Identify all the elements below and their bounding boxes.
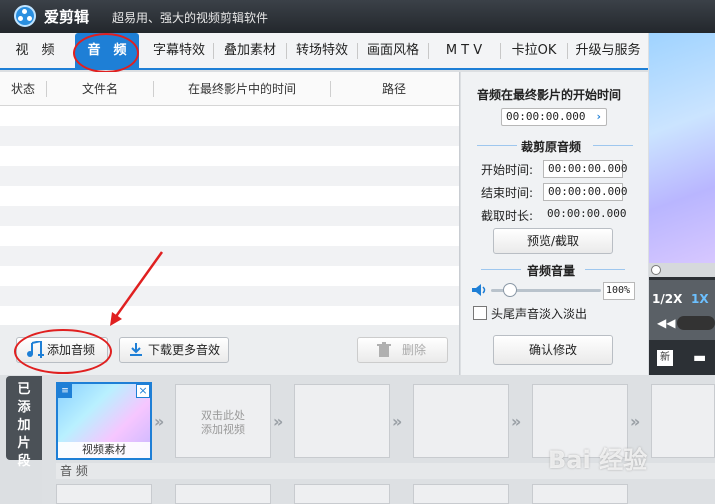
audio-slot[interactable] xyxy=(532,484,628,504)
table-row[interactable] xyxy=(0,166,459,186)
table-row[interactable] xyxy=(0,286,459,306)
audio-list-table: 状态 文件名 在最终影片中的时间 路径 xyxy=(0,72,460,325)
download-more-effects-button[interactable]: 下载更多音效 xyxy=(119,337,229,363)
duration-value: 00:00:00.000 xyxy=(547,207,627,220)
empty-clip-slot[interactable] xyxy=(413,384,509,458)
tab-transition-effects[interactable]: 转场特效 xyxy=(288,33,356,68)
highlight-ring xyxy=(14,329,112,374)
tab-mtv[interactable]: M T V xyxy=(430,33,498,68)
added-clips-tab[interactable]: 已添加片段 xyxy=(6,376,42,469)
start-in-final-value: 00:00:00.000 xyxy=(506,110,586,123)
chevron-right-icon: » xyxy=(511,412,522,431)
preview-toolbar: 新 ▬ xyxy=(649,344,715,374)
table-row[interactable] xyxy=(0,126,459,146)
column-path[interactable]: 路径 xyxy=(331,72,457,106)
table-row[interactable] xyxy=(0,246,459,266)
table-header: 状态 文件名 在最终影片中的时间 路径 xyxy=(0,72,459,106)
fade-label: 头尾声音淡入淡出 xyxy=(491,307,588,321)
clip-label: 视频素材 xyxy=(58,442,150,458)
chevron-right-icon[interactable]: › xyxy=(595,109,602,125)
watermark: Bai 经验 xyxy=(548,446,648,474)
empty-clip-slot[interactable] xyxy=(294,384,390,458)
playback-controls: 1/2X 1X ◀◀ xyxy=(649,280,715,340)
tab-video[interactable]: 视 频 xyxy=(4,33,66,68)
audio-slot[interactable] xyxy=(56,484,152,504)
audio-slot[interactable] xyxy=(175,484,271,504)
table-row[interactable] xyxy=(0,206,459,226)
folder-icon[interactable]: ▬ xyxy=(693,350,706,366)
empty-clip-slot[interactable]: 双击此处 添加视频 xyxy=(175,384,271,458)
column-filename[interactable]: 文件名 xyxy=(47,72,153,106)
delete-button[interactable]: 删除 xyxy=(357,337,448,363)
start-time-label: 开始时间: xyxy=(481,163,534,177)
table-row[interactable] xyxy=(0,186,459,206)
fade-checkbox[interactable] xyxy=(473,306,487,320)
highlight-ring xyxy=(73,33,139,73)
app-slogan: 超易用、强大的视频剪辑软件 xyxy=(112,11,269,25)
table-row[interactable] xyxy=(0,106,459,126)
download-icon xyxy=(130,343,142,356)
empty-clip-slot[interactable] xyxy=(651,384,715,458)
tab-upgrade-service[interactable]: 升级与服务 xyxy=(569,33,647,68)
app-name: 爱剪辑 xyxy=(44,8,90,26)
speed-normal-button[interactable]: 1X xyxy=(691,292,709,306)
chevron-right-icon: » xyxy=(630,412,641,431)
volume-section-title: 音频音量 xyxy=(527,264,576,278)
trash-icon xyxy=(377,342,391,357)
preview-cut-button[interactable]: 预览/截取 xyxy=(493,228,613,254)
add-video-hint: 双击此处 添加视频 xyxy=(201,409,245,436)
column-status[interactable]: 状态 xyxy=(0,72,46,106)
download-effects-label: 下载更多音效 xyxy=(148,343,221,357)
end-time-label: 结束时间: xyxy=(481,186,534,200)
jog-slider[interactable] xyxy=(677,316,715,330)
start-time-input[interactable]: 00:00:00.000 xyxy=(543,160,627,178)
start-in-final-title: 音频在最终影片的开始时间 xyxy=(477,88,622,102)
volume-percent-field[interactable]: 100% xyxy=(603,282,635,300)
preview-screen xyxy=(649,33,715,263)
start-in-final-field[interactable]: 00:00:00.000 › xyxy=(501,108,607,126)
table-row[interactable] xyxy=(0,306,459,326)
progress-bar[interactable] xyxy=(649,263,715,277)
end-time-input[interactable]: 00:00:00.000 xyxy=(543,183,627,201)
tab-picture-style[interactable]: 画面风格 xyxy=(359,33,427,68)
tab-karaoke[interactable]: 卡拉OK xyxy=(502,33,566,68)
chevron-right-icon: » xyxy=(154,412,165,431)
tab-subtitle-effects[interactable]: 字幕特效 xyxy=(146,33,212,68)
audio-slot[interactable] xyxy=(294,484,390,504)
table-row[interactable] xyxy=(0,226,459,246)
speed-half-button[interactable]: 1/2X xyxy=(652,292,682,306)
annotation-arrow xyxy=(110,251,164,326)
table-row[interactable] xyxy=(0,146,459,166)
audio-slot[interactable] xyxy=(413,484,509,504)
speaker-icon[interactable] xyxy=(471,283,487,297)
title-bar: 爱剪辑 超易用、强大的视频剪辑软件 xyxy=(0,0,715,33)
close-icon[interactable]: × xyxy=(136,384,150,398)
new-file-icon[interactable]: 新 xyxy=(657,350,673,366)
duration-label: 截取时长: xyxy=(481,209,534,223)
tab-overlay-material[interactable]: 叠加素材 xyxy=(215,33,285,68)
added-clips-label: 已添加片段 xyxy=(17,382,31,469)
delete-label: 删除 xyxy=(402,343,427,357)
confirm-edit-button[interactable]: 确认修改 xyxy=(493,335,613,365)
chevron-right-icon: » xyxy=(392,412,403,431)
table-row[interactable] xyxy=(0,266,459,286)
video-clip-thumbnail[interactable]: ≡ × 视频素材 xyxy=(56,382,152,460)
rewind-icon[interactable]: ◀◀ xyxy=(657,316,675,330)
cut-section-title: 裁剪原音频 xyxy=(521,140,582,154)
progress-handle[interactable] xyxy=(651,265,661,275)
app-logo-icon xyxy=(14,5,36,27)
column-time-in-final[interactable]: 在最终影片中的时间 xyxy=(154,72,330,106)
audio-properties-panel: 音频在最终影片的开始时间 00:00:00.000 › 裁剪原音频 开始时间: … xyxy=(461,72,648,375)
list-icon[interactable]: ≡ xyxy=(58,384,72,398)
volume-slider-handle[interactable] xyxy=(503,283,517,297)
chevron-right-icon: » xyxy=(273,412,284,431)
